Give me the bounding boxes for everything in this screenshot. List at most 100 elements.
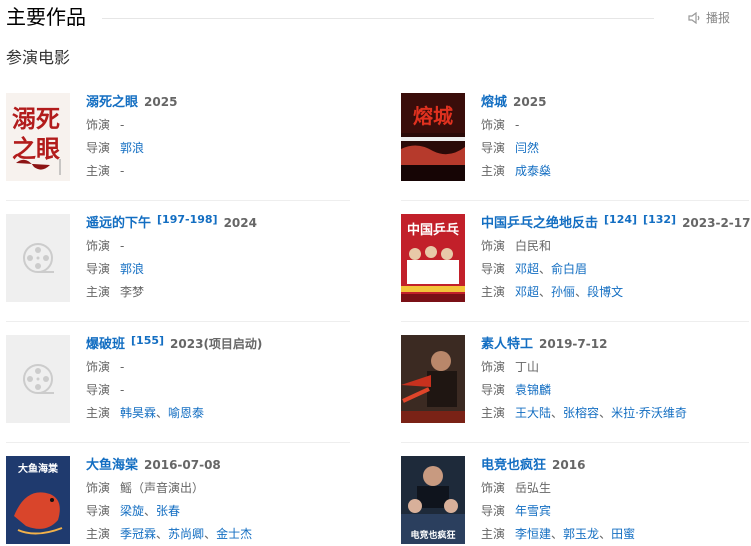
cast-row: 主演 邓超、孙俪、段博文 bbox=[481, 283, 751, 301]
movie-title-line: 电竞也疯狂 2016 bbox=[481, 456, 751, 474]
role-label: 饰演 bbox=[481, 239, 506, 253]
movie-poster[interactable]: 熔城 bbox=[401, 93, 465, 181]
director-row: 导演 郭浪 bbox=[86, 260, 356, 278]
movie-title-link[interactable]: 中国乒乓之绝地反击 bbox=[481, 215, 598, 233]
cast-label: 主演 bbox=[481, 406, 506, 420]
cast-row: 主演 李恒建、郭玉龙、田蜜 bbox=[481, 525, 751, 543]
director-label: 导演 bbox=[86, 262, 111, 276]
director-link[interactable]: 张春 bbox=[156, 504, 180, 518]
cast-link[interactable]: 邓超 bbox=[515, 285, 539, 299]
cast-link[interactable]: 韩昊霖 bbox=[120, 406, 156, 420]
movie-info: 大鱼海棠 2016-07-08 饰演 鳐（声音演出） 导演 梁旋、张春 主演 季冠霖、苏尚卿、… bbox=[86, 456, 356, 543]
reference-link[interactable]: [197-198] bbox=[157, 211, 218, 229]
role-value: 丁山 bbox=[515, 360, 540, 374]
movie-title-line: 素人特工 2019-7-12 bbox=[481, 335, 751, 353]
director-link[interactable]: 年雪宾 bbox=[515, 504, 551, 518]
cast-link[interactable]: 张榕容 bbox=[563, 406, 599, 420]
movie-poster[interactable]: 中国乒乓 bbox=[401, 214, 465, 302]
director-values: 郭浪 bbox=[120, 260, 144, 278]
movie-title-link[interactable]: 爆破班 bbox=[86, 336, 125, 354]
cast-link[interactable]: 郭玉龙 bbox=[563, 527, 599, 541]
role-values: - bbox=[120, 116, 124, 134]
movie-title-line: 爆破班 [155] 2023(项目启动) bbox=[86, 334, 356, 354]
cast-link[interactable]: 田蜜 bbox=[611, 527, 635, 541]
cast-link[interactable]: 李恒建 bbox=[515, 527, 551, 541]
director-label: 导演 bbox=[86, 383, 111, 397]
movie-poster[interactable] bbox=[401, 335, 465, 423]
cast-link: 李梦 bbox=[120, 285, 145, 299]
director-link[interactable]: 梁旋 bbox=[120, 504, 144, 518]
subsection-title: 参演电影 bbox=[6, 48, 71, 67]
name-separator: 、 bbox=[539, 262, 552, 276]
director-label: 导演 bbox=[481, 504, 506, 518]
director-row: 导演 闫然 bbox=[481, 139, 751, 157]
director-row: 导演 郭浪 bbox=[86, 139, 356, 157]
director-link[interactable]: 袁锦麟 bbox=[515, 383, 551, 397]
card-divider bbox=[401, 321, 749, 322]
role-values: - bbox=[120, 358, 124, 376]
movie-card: 中国乒乓 中国乒乓之绝地反击 [124] [132] 2023-2-17 饰演 白民和 导演邓… bbox=[401, 211, 751, 324]
svg-text:熔城: 熔城 bbox=[413, 104, 453, 128]
cast-link[interactable]: 季冠霖 bbox=[120, 527, 156, 541]
name-separator: 、 bbox=[599, 527, 612, 541]
cast-link[interactable]: 喻恩泰 bbox=[168, 406, 204, 420]
cast-link[interactable]: 金士杰 bbox=[216, 527, 252, 541]
svg-text:溺死: 溺死 bbox=[12, 104, 60, 133]
role-label: 饰演 bbox=[481, 118, 506, 132]
director-link[interactable]: 郭浪 bbox=[120, 141, 144, 155]
release-year: 2025 bbox=[144, 95, 178, 109]
movie-title-link[interactable]: 溺死之眼 bbox=[86, 94, 138, 112]
cast-row: 主演 成泰燊 bbox=[481, 162, 751, 180]
cast-row: 主演 王大陆、张榕容、米拉·乔沃维奇 bbox=[481, 404, 751, 422]
card-divider bbox=[6, 321, 350, 322]
movie-title-link[interactable]: 大鱼海棠 bbox=[86, 457, 138, 475]
movie-title-line: 溺死之眼 2025 bbox=[86, 93, 356, 111]
role-value: 白民和 bbox=[515, 239, 552, 253]
cast-link[interactable]: 成泰燊 bbox=[515, 164, 551, 178]
cast-link[interactable]: 米拉·乔沃维奇 bbox=[611, 406, 687, 420]
movie-poster[interactable]: 溺死 之眼 bbox=[6, 93, 70, 181]
heading-rule bbox=[102, 18, 654, 19]
cast-link[interactable]: 王大陆 bbox=[515, 406, 551, 420]
reference-group: [155] bbox=[131, 334, 164, 354]
movie-info: 素人特工 2019-7-12 饰演 丁山 导演 袁锦麟 主演 王大陆、张榕容、米拉·乔沃维奇 bbox=[481, 335, 751, 422]
director-values: 闫然 bbox=[515, 139, 539, 157]
movie-poster[interactable]: 电竞也疯狂 bbox=[401, 456, 465, 544]
director-link[interactable]: 闫然 bbox=[515, 141, 539, 155]
report-button[interactable]: 播报 bbox=[688, 9, 730, 26]
director-row: 导演 袁锦麟 bbox=[481, 381, 751, 399]
name-separator: 、 bbox=[575, 285, 588, 299]
role-values: - bbox=[515, 116, 519, 134]
name-separator: 、 bbox=[599, 406, 612, 420]
director-link[interactable]: 邓超 bbox=[515, 262, 539, 276]
cast-values: 成泰燊 bbox=[515, 162, 551, 180]
reference-link[interactable]: [124] bbox=[604, 211, 637, 229]
cast-link[interactable]: 苏尚卿 bbox=[168, 527, 204, 541]
director-link[interactable]: 俞白眉 bbox=[551, 262, 587, 276]
reference-link[interactable]: [155] bbox=[131, 332, 164, 350]
movie-title-link[interactable]: 电竞也疯狂 bbox=[481, 457, 546, 475]
movie-title-link[interactable]: 遥远的下午 bbox=[86, 215, 151, 233]
director-label: 导演 bbox=[86, 504, 111, 518]
role-value: 岳弘生 bbox=[515, 481, 552, 495]
cast-link[interactable]: 孙俪 bbox=[551, 285, 575, 299]
movie-title-link[interactable]: 熔城 bbox=[481, 94, 507, 112]
role-row: 饰演 - bbox=[86, 116, 356, 134]
movie-poster[interactable]: 大鱼海棠 bbox=[6, 456, 70, 544]
cast-values: 李梦 bbox=[120, 283, 144, 301]
svg-text:电竞也疯狂: 电竞也疯狂 bbox=[410, 529, 455, 541]
director-link[interactable]: 郭浪 bbox=[120, 262, 144, 276]
release-year: 2023(项目启动) bbox=[170, 337, 263, 351]
cast-label: 主演 bbox=[86, 406, 111, 420]
speaker-icon bbox=[688, 11, 702, 24]
cast-link[interactable]: 段博文 bbox=[587, 285, 623, 299]
movie-card: 遥远的下午 [197-198] 2024 饰演 - 导演 郭浪 主演 李梦 bbox=[6, 211, 356, 324]
director-values: 袁锦麟 bbox=[515, 381, 551, 399]
role-label: 饰演 bbox=[481, 481, 506, 495]
director-values: 邓超、俞白眉 bbox=[515, 260, 587, 278]
movie-title-link[interactable]: 素人特工 bbox=[481, 336, 533, 354]
reference-link[interactable]: [132] bbox=[643, 211, 676, 229]
role-values: 鳐（声音演出） bbox=[120, 479, 204, 497]
director-row: 导演 梁旋、张春 bbox=[86, 502, 356, 520]
role-label: 饰演 bbox=[86, 481, 111, 495]
